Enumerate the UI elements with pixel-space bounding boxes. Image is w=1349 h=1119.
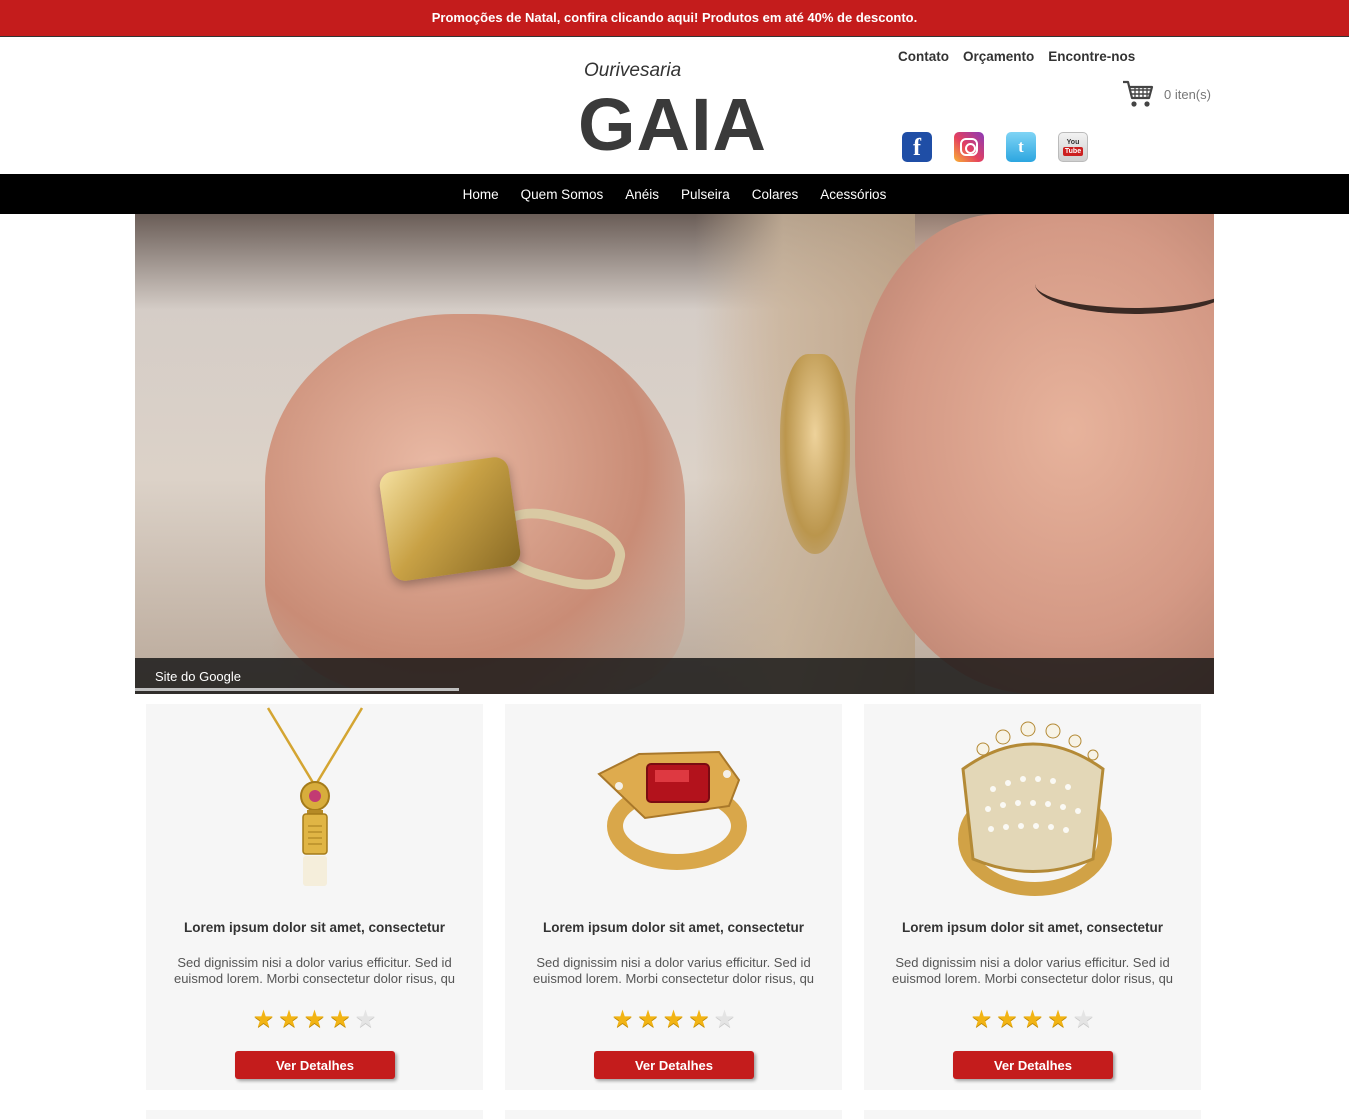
instagram-glyph (960, 138, 978, 156)
shopping-cart-icon[interactable] (1122, 79, 1154, 109)
star-empty-icon: ★ (713, 1006, 736, 1033)
youtube-you-text: You (1066, 138, 1080, 146)
social-links: f t You Tube (902, 132, 1088, 162)
star-filled-icon: ★ (688, 1006, 710, 1033)
nav-item-acessorios[interactable]: Acessórios (820, 187, 886, 202)
top-link-orcamento[interactable]: Orçamento (963, 49, 1034, 64)
nav-item-colares[interactable]: Colares (752, 187, 799, 202)
product-card: Lorem ipsum dolor sit amet, consectetur … (864, 704, 1201, 1090)
product-image[interactable] (505, 704, 842, 904)
nav-item-pulseira[interactable]: Pulseira (681, 187, 730, 202)
hero-slider[interactable]: Site do Google (135, 214, 1214, 694)
product-description: Sed dignissim nisi a dolor varius effici… (532, 955, 815, 986)
slider-progress-bar (135, 688, 459, 691)
twitter-glyph: t (1018, 137, 1024, 156)
star-filled-icon: ★ (303, 1006, 326, 1033)
product-title[interactable]: Lorem ipsum dolor sit amet, consectetur (146, 920, 483, 935)
brand-subtitle: Ourivesaria (584, 60, 682, 81)
star-filled-icon: ★ (252, 1006, 275, 1033)
product-card: Lorem ipsum dolor sit amet, consectetur … (146, 704, 483, 1090)
ver-detalhes-button[interactable]: Ver Detalhes (594, 1051, 754, 1079)
facebook-glyph: f (913, 135, 921, 161)
product-card-next (146, 1110, 483, 1119)
product-card: Lorem ipsum dolor sit amet, consectetur … (505, 704, 842, 1090)
main-nav: Home Quem Somos Anéis Pulseira Colares A… (0, 174, 1349, 214)
nav-item-aneis[interactable]: Anéis (625, 187, 659, 202)
ruby-ring-icon (596, 750, 747, 870)
facebook-icon[interactable]: f (902, 132, 932, 162)
product-description: Sed dignissim nisi a dolor varius effici… (173, 955, 456, 986)
star-filled-icon: ★ (278, 1006, 300, 1033)
star-filled-icon: ★ (329, 1006, 351, 1033)
star-filled-icon: ★ (970, 1006, 993, 1033)
youtube-icon[interactable]: You Tube (1058, 132, 1088, 162)
hero-caption: Site do Google (155, 669, 242, 684)
star-empty-icon: ★ (1072, 1006, 1095, 1033)
product-rating: ★ ★ ★ ★ ★ (146, 1007, 483, 1033)
top-link-contato[interactable]: Contato (898, 49, 949, 64)
star-filled-icon: ★ (996, 1006, 1018, 1033)
necklace-pendant-icon (266, 707, 363, 886)
star-filled-icon: ★ (662, 1006, 685, 1033)
twitter-icon[interactable]: t (1006, 132, 1036, 162)
product-rating: ★ ★ ★ ★ ★ (864, 1007, 1201, 1033)
star-filled-icon: ★ (1021, 1006, 1044, 1033)
top-link-encontre-nos[interactable]: Encontre-nos (1048, 49, 1135, 64)
star-filled-icon: ★ (1047, 1006, 1069, 1033)
product-card-next (864, 1110, 1201, 1119)
product-title[interactable]: Lorem ipsum dolor sit amet, consectetur (864, 920, 1201, 935)
product-title[interactable]: Lorem ipsum dolor sit amet, consectetur (505, 920, 842, 935)
youtube-tube-text: Tube (1062, 146, 1084, 156)
hero-gold-ring (377, 455, 523, 583)
star-filled-icon: ★ (611, 1006, 634, 1033)
instagram-icon[interactable] (954, 132, 984, 162)
site-header: Ourivesaria GAIA Contato Orçamento Encon… (0, 37, 1349, 174)
promo-text[interactable]: Promoções de Natal, confira clicando aqu… (432, 0, 917, 36)
product-description: Sed dignissim nisi a dolor varius effici… (891, 955, 1174, 986)
cart[interactable]: 0 iten(s) (1122, 79, 1211, 109)
star-empty-icon: ★ (354, 1006, 377, 1033)
product-card-next (505, 1110, 842, 1119)
hero-earring (780, 354, 850, 554)
nav-item-quem-somos[interactable]: Quem Somos (521, 187, 604, 202)
top-links: Contato Orçamento Encontre-nos (898, 49, 1135, 64)
diamond-ring-icon (957, 721, 1112, 896)
promo-banner[interactable]: Promoções de Natal, confira clicando aqu… (0, 0, 1349, 37)
brand-logo[interactable]: GAIA (578, 85, 767, 165)
product-rating: ★ ★ ★ ★ ★ (505, 1007, 842, 1033)
star-filled-icon: ★ (637, 1006, 659, 1033)
product-image[interactable] (864, 704, 1201, 904)
ver-detalhes-button[interactable]: Ver Detalhes (235, 1051, 395, 1079)
ver-detalhes-button[interactable]: Ver Detalhes (953, 1051, 1113, 1079)
product-image[interactable] (146, 704, 483, 904)
nav-item-home[interactable]: Home (463, 187, 499, 202)
cart-count: 0 iten(s) (1164, 86, 1211, 102)
